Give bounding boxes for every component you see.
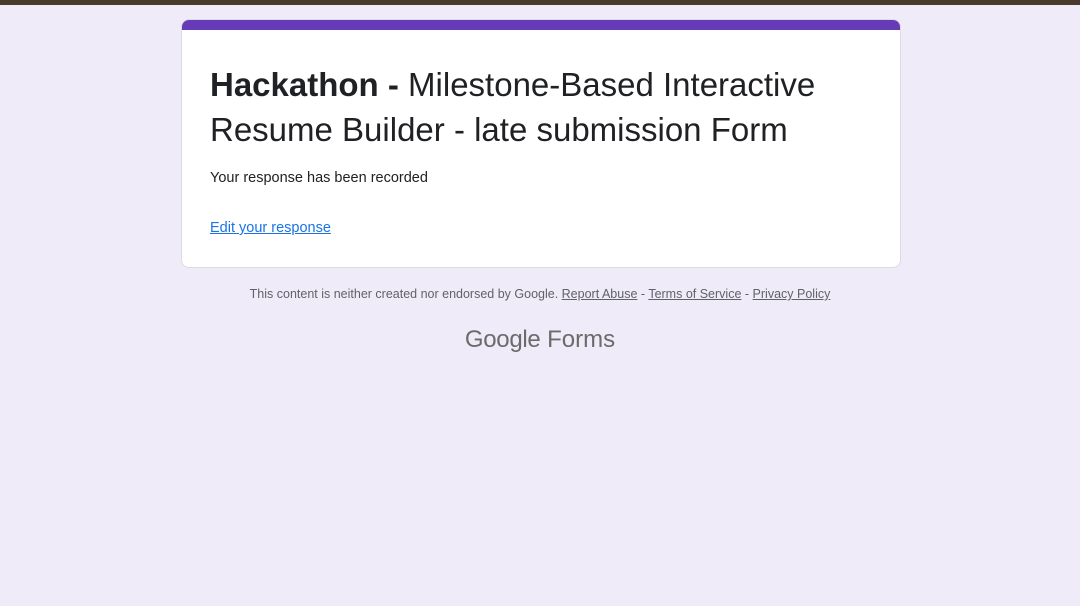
- footer-disclaimer: This content is neither created nor endo…: [0, 287, 1080, 301]
- confirmation-message: Your response has been recorded: [210, 170, 428, 186]
- privacy-policy-link[interactable]: Privacy Policy: [753, 287, 831, 301]
- google-wordmark: Google: [464, 326, 541, 353]
- footer-separator: -: [640, 287, 646, 301]
- google-forms-logo[interactable]: Google Forms: [0, 326, 1080, 354]
- edit-response-link[interactable]: Edit your response: [210, 220, 331, 236]
- form-title-bold: Hackathon -: [210, 66, 399, 103]
- disclaimer-text: This content is neither created nor endo…: [249, 287, 559, 301]
- response-card: Hackathon - Milestone-Based Interactive …: [181, 19, 901, 268]
- card-accent-bar: [182, 20, 900, 30]
- footer-separator: -: [744, 287, 750, 301]
- report-abuse-link[interactable]: Report Abuse: [562, 287, 638, 301]
- forms-wordmark: Forms: [547, 326, 616, 353]
- terms-of-service-link[interactable]: Terms of Service: [648, 287, 741, 301]
- top-strip: [0, 0, 1080, 5]
- form-title: Hackathon - Milestone-Based Interactive …: [210, 62, 880, 152]
